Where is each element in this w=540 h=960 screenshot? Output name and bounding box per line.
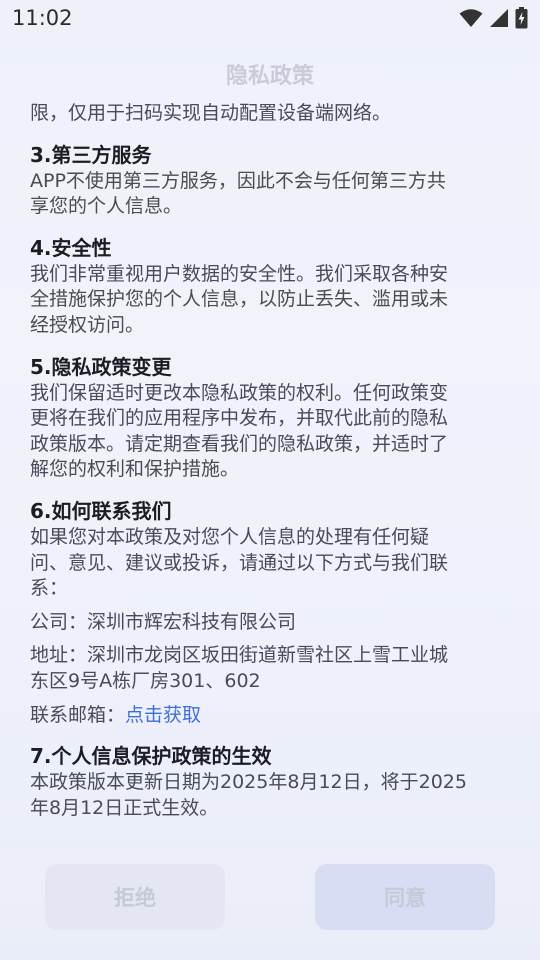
policy-text-line: 系：	[30, 577, 69, 600]
contact-address: 地址：深圳市龙岗区坂田街道新雪社区上雪工业城	[30, 644, 449, 667]
battery-charging-icon	[515, 7, 528, 29]
section-heading-security: 4.安全性	[30, 235, 112, 260]
section-heading-policy-changes: 5.隐私政策变更	[30, 354, 172, 379]
reject-button[interactable]: 拒绝	[45, 864, 225, 930]
section-heading-contact: 6.如何联系我们	[30, 498, 172, 523]
policy-text-line: 本政策版本更新日期为2025年8月12日，将于2025	[30, 771, 467, 794]
policy-text-line: 我们保留适时更改本隐私政策的权利。任何政策变	[30, 381, 449, 404]
policy-text-line: 我们非常重视用户数据的安全性。我们采取各种安	[30, 262, 449, 285]
agree-button[interactable]: 同意	[315, 864, 495, 930]
policy-text-line: APP不使用第三方服务，因此不会与任何第三方共	[30, 169, 446, 192]
policy-text-line: 享您的个人信息。	[30, 195, 183, 218]
policy-text-line: 解您的权利和保护措施。	[30, 458, 240, 481]
policy-text-line: 年8月12日正式生效。	[30, 796, 219, 819]
policy-scroll-area[interactable]: 限，仅用于扫码实现自动配置设备端网络。 3.第三方服务 APP不使用第三方服务，…	[30, 0, 502, 840]
contact-email-label: 联系邮箱：	[30, 703, 126, 726]
policy-text-line: 更将在我们的应用程序中发布，并取代此前的隐私	[30, 407, 449, 430]
section-heading-effective-date: 7.个人信息保护政策的生效	[30, 744, 272, 769]
policy-text-line: 全措施保护您的个人信息，以防止丢失、滥用或未	[30, 288, 449, 311]
policy-text-line: 问、意见、建议或投诉，请通过以下方式与我们联	[30, 551, 449, 574]
contact-address: 东区9号A栋厂房301、602	[30, 669, 261, 692]
policy-text: 限，仅用于扫码实现自动配置设备端网络。 3.第三方服务 APP不使用第三方服务，…	[30, 101, 502, 821]
policy-text-line: 经授权访问。	[30, 313, 145, 336]
policy-text-line: 政策版本。请定期查看我们的隐私政策，并适时了	[30, 432, 449, 455]
policy-text-line: 如果您对本政策及对您个人信息的处理有任何疑	[30, 525, 430, 548]
contact-company: 公司：深圳市辉宏科技有限公司	[30, 610, 297, 633]
get-email-link[interactable]: 点击获取	[125, 704, 201, 726]
policy-text-line: 限，仅用于扫码实现自动配置设备端网络。	[30, 102, 392, 124]
contact-email-row: 联系邮箱：点击获取	[30, 703, 502, 729]
section-heading-third-party: 3.第三方服务	[30, 142, 152, 167]
